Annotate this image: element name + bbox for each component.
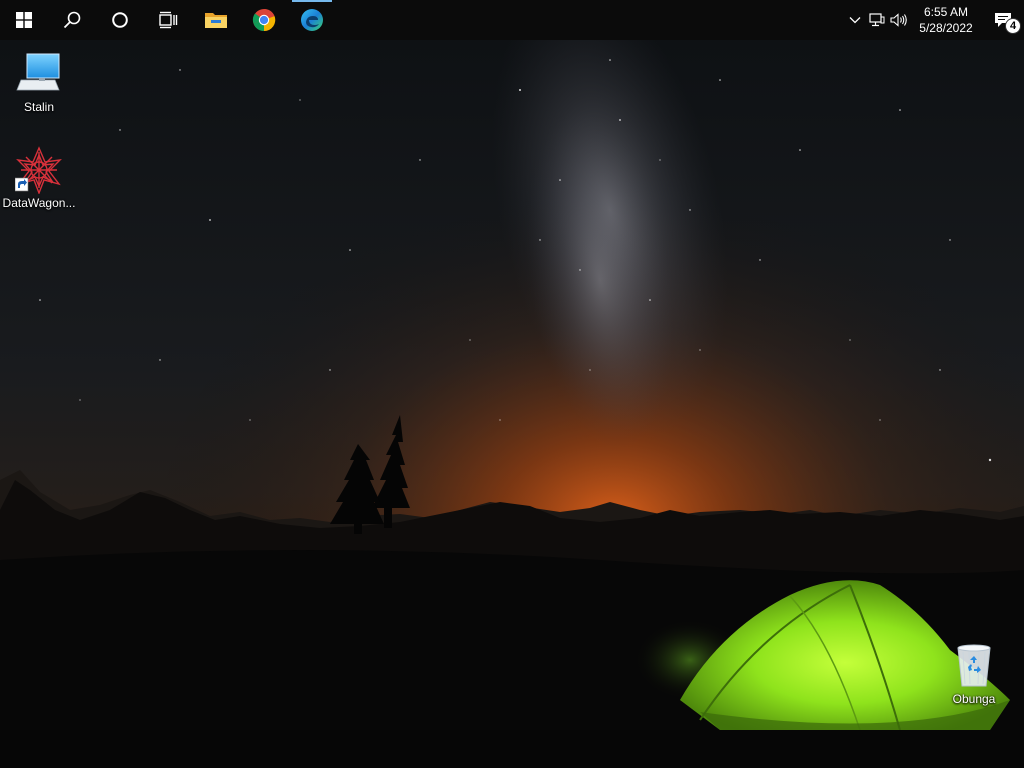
network-icon [869, 13, 885, 27]
wallpaper [0, 40, 1024, 768]
edge-button[interactable] [288, 0, 336, 40]
network-button[interactable] [866, 0, 888, 40]
computer-icon [16, 53, 60, 91]
desktop-icon-label: Stalin [23, 100, 55, 114]
folder-icon [205, 13, 227, 28]
desktop-icon-datawagon[interactable]: DataWagon... [1, 146, 77, 210]
chevron-up-icon [849, 17, 861, 24]
shortcut-app-icon [15, 146, 62, 194]
desktop-icon-obunga[interactable]: Obunga [936, 642, 1012, 706]
cortana-circle-icon [112, 12, 128, 28]
show-hidden-icons-button[interactable] [844, 0, 866, 40]
search-button[interactable] [48, 0, 96, 40]
clock-date: 5/28/2022 [919, 21, 973, 35]
clock[interactable]: 6:55 AM 5/28/2022 [910, 0, 982, 40]
volume-button[interactable] [888, 0, 910, 40]
speaker-icon [890, 13, 907, 27]
clock-time: 6:55 AM [923, 5, 969, 19]
search-icon [63, 11, 81, 29]
desktop-screen: 6:55 AM 5/28/2022 4 Stalin DataWagon... … [0, 0, 1024, 768]
recycle-bin-icon [957, 644, 991, 687]
task-view-icon [159, 11, 178, 29]
desktop-icon-label: Obunga [952, 692, 996, 706]
taskbar: 6:55 AM 5/28/2022 4 [0, 0, 1024, 40]
desktop-icon-stalin[interactable]: Stalin [1, 50, 77, 114]
task-view-button[interactable] [144, 0, 192, 40]
action-center-button[interactable]: 4 [982, 0, 1024, 40]
shortcut-arrow-icon [15, 177, 29, 192]
system-tray: 6:55 AM 5/28/2022 4 [844, 0, 1024, 40]
notification-count-badge: 4 [1005, 18, 1021, 34]
cortana-button[interactable] [96, 0, 144, 40]
edge-icon [301, 9, 323, 31]
chrome-button[interactable] [240, 0, 288, 40]
file-explorer-button[interactable] [192, 0, 240, 40]
windows-logo-icon [16, 12, 32, 28]
start-button[interactable] [0, 0, 48, 40]
chrome-icon [252, 8, 276, 32]
desktop-icon-label: DataWagon... [2, 196, 76, 210]
